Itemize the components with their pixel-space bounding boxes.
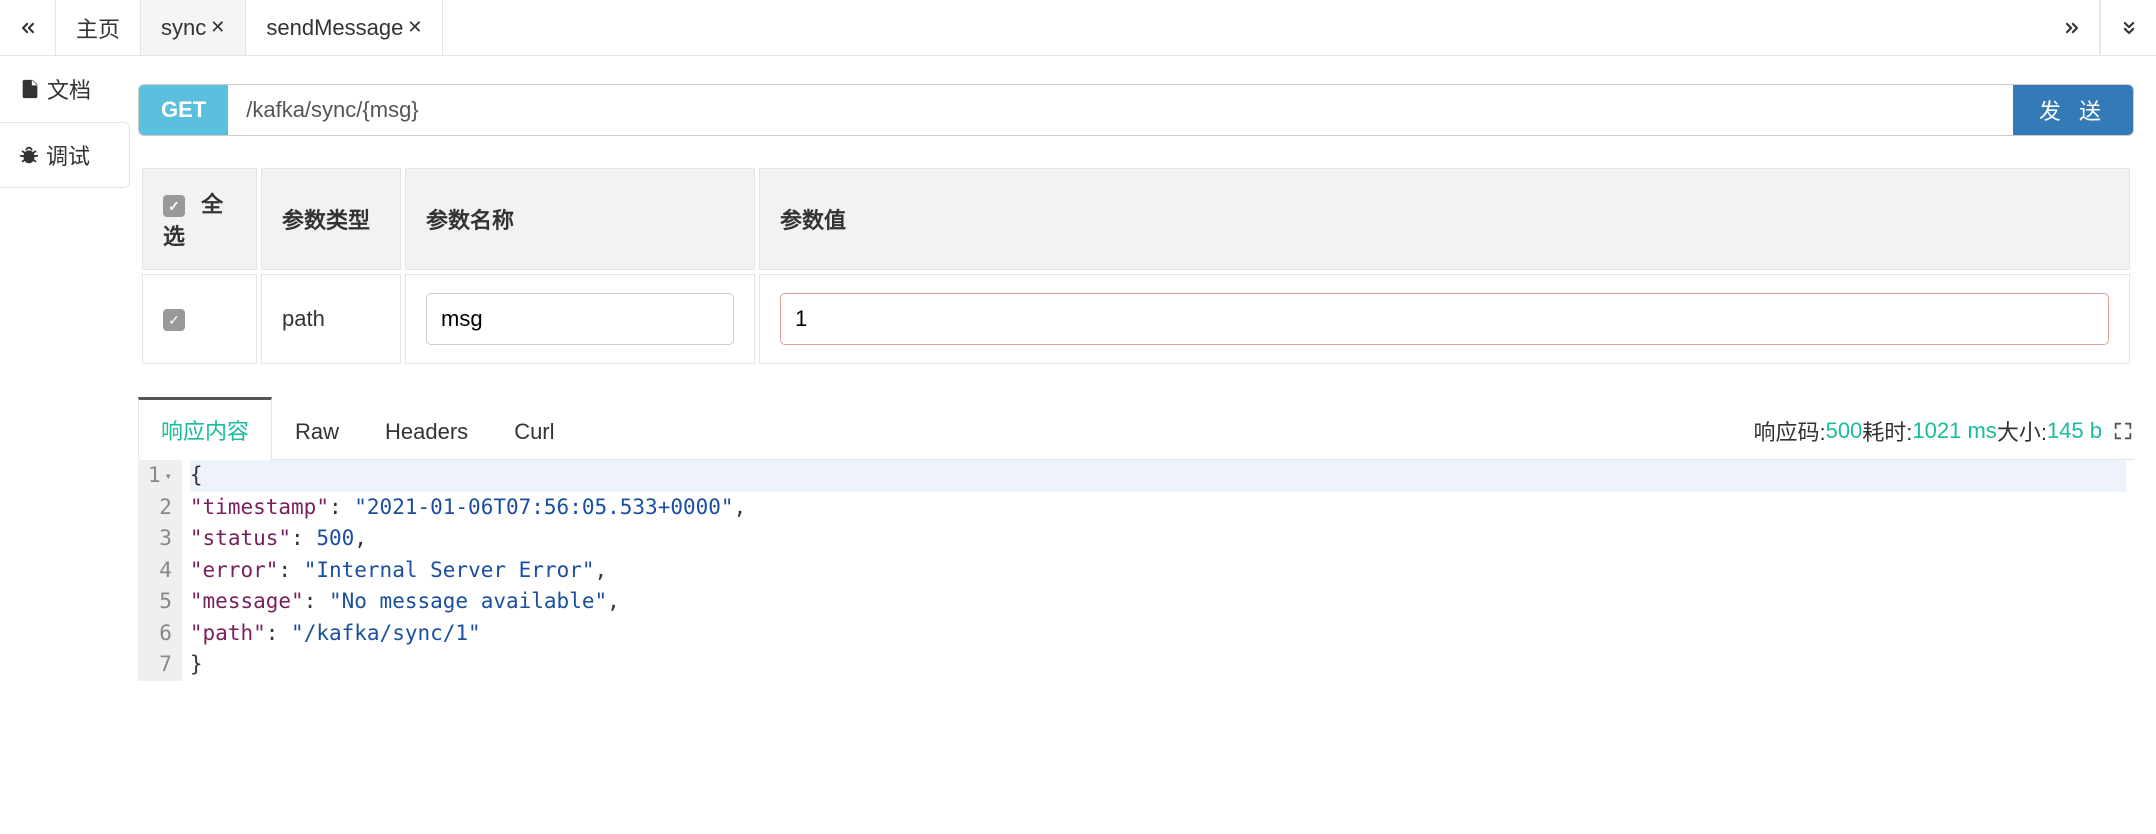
tabs-dropdown[interactable]	[2100, 0, 2156, 55]
request-url-input[interactable]	[228, 85, 2013, 135]
chevrons-left-icon	[18, 18, 38, 38]
request-bar: GET 发 送	[138, 84, 2134, 136]
status-code-value: 500	[1826, 418, 1863, 444]
expand-icon	[2112, 420, 2134, 442]
sidebar-item-debug[interactable]: 调试	[0, 122, 130, 188]
table-row: path	[142, 274, 2130, 364]
close-icon[interactable]: ✕	[210, 17, 225, 38]
tab-label: 主页	[76, 12, 120, 44]
time-value: 1021 ms	[1912, 418, 1996, 444]
size-value: 145 b	[2047, 418, 2102, 444]
tab-sendmessage[interactable]: sendMessage ✕	[246, 0, 443, 55]
col-param-name: 参数名称	[405, 168, 755, 270]
param-value-input[interactable]	[780, 293, 2109, 345]
checkbox-icon[interactable]	[163, 195, 185, 217]
tab-response-raw[interactable]: Raw	[272, 404, 362, 459]
tab-response-content[interactable]: 响应内容	[138, 397, 272, 460]
tab-sync[interactable]: sync ✕	[141, 0, 246, 55]
tab-home[interactable]: 主页	[56, 0, 141, 55]
tab-spacer	[443, 0, 2044, 55]
response-body-editor[interactable]: 1▾ 234567 { "timestamp": "2021-01-06T07:…	[138, 460, 2134, 681]
time-label: 耗时:	[1862, 415, 1912, 447]
response-meta: 响应码: 500 耗时: 1021 ms 大小: 145 b	[1753, 415, 2134, 459]
code-content: { "timestamp": "2021-01-06T07:56:05.533+…	[182, 460, 2134, 681]
col-param-type: 参数类型	[261, 168, 401, 270]
tabs-scroll-right[interactable]	[2044, 0, 2100, 55]
expand-button[interactable]	[2112, 420, 2134, 442]
param-name-cell	[405, 274, 755, 364]
close-icon[interactable]: ✕	[407, 17, 422, 38]
http-method-badge[interactable]: GET	[139, 85, 228, 135]
tabs-scroll-left[interactable]	[0, 0, 56, 55]
params-table: 全选 参数类型 参数名称 参数值 path	[138, 164, 2134, 368]
main-content: GET 发 送 全选 参数类型 参数名称 参数值	[138, 56, 2156, 681]
chevrons-right-icon	[2062, 18, 2082, 38]
bug-icon	[18, 144, 40, 166]
sidebar-item-doc[interactable]: 文档	[0, 56, 130, 122]
fold-icon[interactable]: ▾	[165, 467, 172, 485]
col-select-all[interactable]: 全选	[142, 168, 257, 270]
param-value-cell	[759, 274, 2130, 364]
sidebar: 文档 调试	[0, 56, 130, 681]
tab-label: sync	[161, 15, 206, 41]
line-gutter: 1▾ 234567	[138, 460, 182, 681]
tab-label: sendMessage	[266, 15, 403, 41]
col-param-value: 参数值	[759, 168, 2130, 270]
checkbox-icon[interactable]	[163, 309, 185, 331]
row-checkbox-cell	[142, 274, 257, 364]
sidebar-item-label: 调试	[46, 139, 90, 171]
send-button[interactable]: 发 送	[2013, 85, 2133, 135]
response-tab-bar: 响应内容 Raw Headers Curl 响应码: 500 耗时: 1021 …	[138, 396, 2134, 460]
param-name-input[interactable]	[426, 293, 734, 345]
sidebar-item-label: 文档	[47, 73, 91, 105]
chevrons-down-icon	[2119, 18, 2139, 38]
document-icon	[19, 78, 41, 100]
status-code-label: 响应码:	[1753, 415, 1825, 447]
tab-response-headers[interactable]: Headers	[362, 404, 491, 459]
tab-bar: 主页 sync ✕ sendMessage ✕	[0, 0, 2156, 56]
tab-response-curl[interactable]: Curl	[491, 404, 577, 459]
size-label: 大小:	[1997, 415, 2047, 447]
param-type-cell: path	[261, 274, 401, 364]
